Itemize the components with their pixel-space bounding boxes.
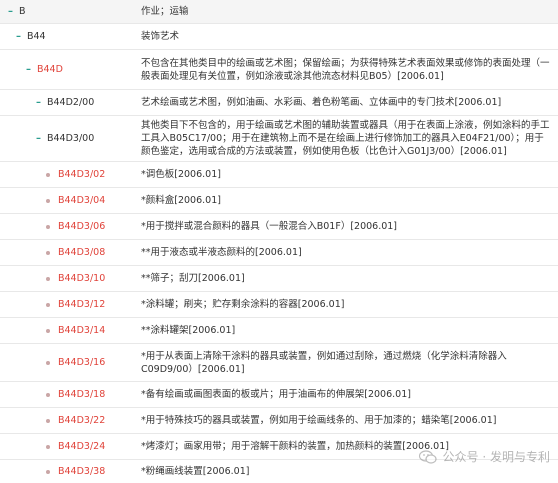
table-row[interactable]: – B44D3/00 其他类目下不包含的，用于绘画或艺术图的辅助装置或器具（用于在… [0, 116, 558, 162]
bullet-icon [46, 418, 50, 423]
table-row[interactable]: – B44 装饰艺术 [0, 24, 558, 50]
class-code[interactable]: B44D3/14 [58, 325, 105, 336]
class-description: *调色板[2006.01] [141, 169, 221, 180]
collapse-icon[interactable]: – [36, 97, 41, 108]
table-row[interactable]: B44D3/04 *颜料盒[2006.01] [0, 188, 558, 214]
class-code[interactable]: B44D3/10 [58, 273, 105, 284]
class-code[interactable]: B44D3/24 [58, 441, 105, 452]
table-row[interactable]: B44D3/22 *用于特殊技巧的器具或装置，例如用于绘画线条的、用于加漆的；蜡… [0, 408, 558, 434]
class-code: B44D2/00 [47, 97, 95, 108]
class-code[interactable]: B44D3/04 [58, 195, 105, 206]
class-code[interactable]: B44D3/38 [58, 466, 105, 477]
class-description: 其他类目下不包含的，用于绘画或艺术图的辅助装置或器具（用于在表面上涂液，例如涂料… [141, 120, 550, 157]
bullet-icon [46, 469, 50, 474]
collapse-icon[interactable]: – [36, 133, 41, 144]
table-row[interactable]: B44D3/18 *备有绘画或画图表面的板或片；用于油画布的伸展架[2006.0… [0, 382, 558, 408]
class-description: *颜料盒[2006.01] [141, 195, 221, 206]
class-description: 作业；运输 [141, 6, 189, 17]
bullet-icon [46, 276, 50, 281]
class-code[interactable]: B44D3/06 [58, 221, 105, 232]
wechat-icon [418, 449, 437, 464]
class-description: 艺术绘画或艺术图，例如油画、水彩画、着色粉笔画、立体画中的专门技术[2006.0… [141, 97, 502, 108]
class-code[interactable]: B44D3/22 [58, 415, 105, 426]
class-description: **筛子；刮刀[2006.01] [141, 273, 245, 284]
table-row[interactable]: – B 作业；运输 [0, 0, 558, 24]
watermark-text: 公众号 · 发明与专利 [442, 450, 550, 464]
class-description: 装饰艺术 [141, 31, 180, 42]
table-row[interactable]: B44D3/14 **涂料罐架[2006.01] [0, 318, 558, 344]
class-code: B [19, 6, 26, 17]
bullet-icon [46, 172, 50, 177]
bullet-icon [46, 198, 50, 203]
class-description: *用于搅拌或混合颜料的器具（一般混合入B01F）[2006.01] [141, 221, 398, 232]
class-code[interactable]: B44D3/16 [58, 357, 105, 368]
collapse-icon[interactable]: – [8, 6, 13, 17]
class-code: B44D3/00 [47, 133, 95, 144]
class-description: *用于特殊技巧的器具或装置，例如用于绘画线条的、用于加漆的；蜡染笔[2006.0… [141, 415, 497, 426]
bullet-icon [46, 392, 50, 397]
bullet-icon [46, 360, 50, 365]
table-row[interactable]: B44D3/06 *用于搅拌或混合颜料的器具（一般混合入B01F）[2006.0… [0, 214, 558, 240]
class-code[interactable]: B44D [37, 64, 63, 75]
watermark: 公众号 · 发明与专利 [418, 448, 550, 465]
collapse-icon[interactable]: – [26, 64, 31, 75]
collapse-icon[interactable]: – [16, 31, 21, 42]
bullet-icon [46, 444, 50, 449]
class-description: **涂料罐架[2006.01] [141, 325, 236, 336]
bullet-icon [46, 224, 50, 229]
table-row[interactable]: – B44D2/00 艺术绘画或艺术图，例如油画、水彩画、着色粉笔画、立体画中的专… [0, 90, 558, 116]
class-code: B44 [27, 31, 46, 42]
bullet-icon [46, 302, 50, 307]
table-row[interactable]: B44D3/16 *用于从表面上清除干涂料的器具或装置，例如通过刮除，通过燃烧（… [0, 344, 558, 382]
class-description: *备有绘画或画图表面的板或片；用于油画布的伸展架[2006.01] [141, 389, 411, 400]
table-row[interactable]: B44D3/02 *调色板[2006.01] [0, 162, 558, 188]
class-description: **用于液态或半液态颜料的[2006.01] [141, 247, 302, 258]
table-row[interactable]: B44D3/12 *涂料罐；刷夹；贮存剩余涂料的容器[2006.01] [0, 292, 558, 318]
class-description: *涂料罐；刷夹；贮存剩余涂料的容器[2006.01] [141, 299, 345, 310]
class-description: *用于从表面上清除干涂料的器具或装置，例如通过刮除，通过燃烧（化学涂料清除器入C… [141, 350, 507, 375]
bullet-icon [46, 250, 50, 255]
table-row[interactable]: B44D3/08 **用于液态或半液态颜料的[2006.01] [0, 240, 558, 266]
class-code[interactable]: B44D3/02 [58, 169, 105, 180]
table-row[interactable]: B44D3/10 **筛子；刮刀[2006.01] [0, 266, 558, 292]
class-code[interactable]: B44D3/12 [58, 299, 105, 310]
class-description: 不包含在其他类目中的绘画或艺术图；保留绘画；为获得特殊艺术表面效果或修饰的表面处… [141, 57, 550, 82]
bullet-icon [46, 328, 50, 333]
table-row[interactable]: – B44D 不包含在其他类目中的绘画或艺术图；保留绘画；为获得特殊艺术表面效果或… [0, 50, 558, 90]
class-code[interactable]: B44D3/08 [58, 247, 105, 258]
class-code[interactable]: B44D3/18 [58, 389, 105, 400]
